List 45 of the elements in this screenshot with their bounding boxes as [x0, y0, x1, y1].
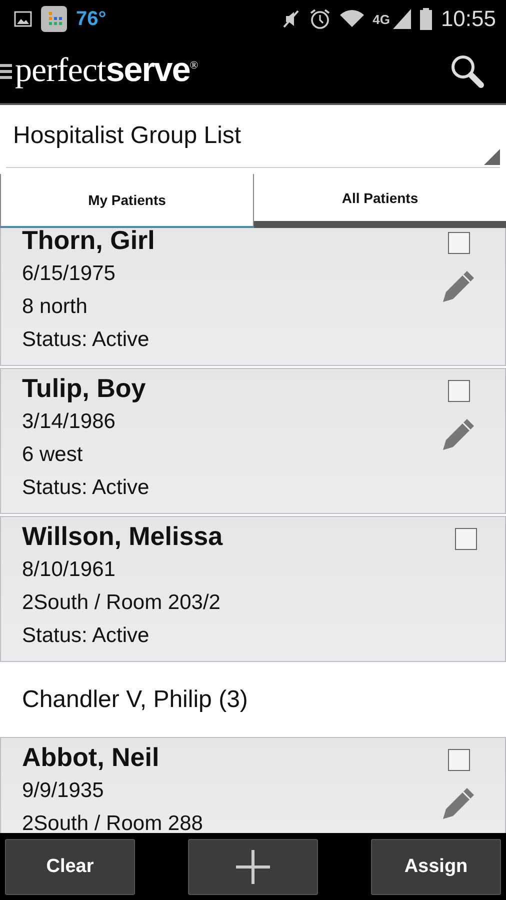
plus-icon	[235, 848, 271, 884]
add-button[interactable]	[188, 838, 318, 894]
network-type: 4G	[372, 12, 390, 26]
patient-card[interactable]: Willson, Melissa 8/10/1961 2South / Room 203/2 Status: Active	[0, 516, 506, 662]
patient-status: Status: Active	[22, 623, 150, 649]
action-button[interactable]: Clear	[5, 838, 135, 894]
patient-card[interactable]: Tulip, Boy 3/14/1986 6 west Status: Active	[0, 368, 506, 514]
pencil-icon[interactable]	[441, 785, 477, 821]
location: 8 north	[22, 294, 88, 320]
birth-date: 6/15/1975	[22, 261, 116, 287]
birth-date: 8/10/1961	[22, 557, 116, 583]
group-dropdown[interactable]: Hospitalist Group List	[6, 105, 500, 168]
dropdown-corner-icon	[484, 149, 500, 165]
alarm-icon	[308, 8, 331, 30]
action-button[interactable]: Assign	[371, 838, 501, 894]
clock: 10:55	[440, 6, 496, 32]
wifi-icon	[340, 10, 364, 28]
group-header: Chandler V, Philip (3)	[21, 684, 249, 714]
patient-status: Status: Active	[22, 327, 150, 353]
birth-date: 3/14/1986	[22, 409, 116, 435]
location: 2South / Room 203/2	[22, 590, 222, 616]
checkbox[interactable]	[448, 380, 470, 402]
patient-name: Willson, Melissa	[22, 520, 223, 553]
checkbox[interactable]	[455, 528, 477, 550]
pencil-icon[interactable]	[441, 268, 477, 304]
mute-icon	[282, 9, 300, 29]
location: 6 west	[22, 442, 84, 468]
search-icon[interactable]	[450, 54, 484, 88]
battery-icon	[420, 8, 432, 30]
app-icon	[41, 6, 67, 32]
location: 2South / Room 288	[22, 811, 203, 833]
patient-name: Abbot, Neil	[22, 741, 160, 774]
checkbox[interactable]	[448, 749, 470, 771]
patient-card[interactable]: Abbot, Neil 9/9/1935 2South / Room 288	[0, 737, 506, 833]
temperature: 76°	[76, 8, 106, 30]
signal-icon	[392, 9, 411, 29]
patient-name: Tulip, Boy	[22, 372, 147, 405]
app-logo: perfectserve$^{®}$	[15, 51, 198, 90]
patient-status: Status: Active	[22, 475, 150, 501]
pencil-icon[interactable]	[441, 416, 477, 452]
patient-card[interactable]: Thorn, Girl 6/15/1975 8 north Status: Active	[0, 228, 506, 366]
birth-date: 9/9/1935	[22, 778, 105, 804]
patient-name: Thorn, Girl	[22, 228, 155, 257]
checkbox[interactable]	[448, 232, 470, 254]
image-icon	[14, 11, 32, 27]
